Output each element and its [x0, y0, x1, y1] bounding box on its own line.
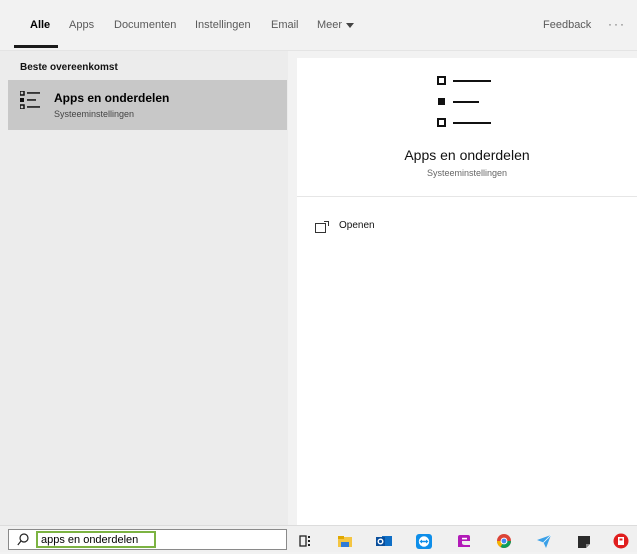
chrome-icon[interactable]	[496, 533, 512, 549]
search-icon	[17, 533, 29, 551]
task-view-icon[interactable]	[299, 533, 315, 549]
best-match-subtitle: Systeeminstellingen	[54, 109, 135, 119]
tab-meer[interactable]: Meer	[317, 19, 355, 31]
sticky-notes-icon[interactable]	[576, 533, 592, 549]
chevron-down-icon	[346, 22, 355, 28]
tab-apps[interactable]: Apps	[69, 19, 94, 31]
list-settings-icon	[437, 76, 493, 133]
feedback-button[interactable]: Feedback	[543, 19, 591, 31]
edge-icon[interactable]	[456, 533, 472, 549]
tab-email[interactable]: Email	[271, 19, 299, 31]
taskbar-search-box[interactable]	[8, 529, 287, 550]
preview-title: Apps en onderdelen	[404, 147, 530, 163]
best-match-title: Apps en onderdelen	[54, 91, 170, 105]
active-tab-indicator	[14, 45, 58, 48]
preview-header: Apps en onderdelen Systeeminstellingen	[297, 58, 637, 197]
list-settings-icon	[19, 90, 40, 114]
teamviewer-icon[interactable]	[416, 533, 432, 549]
tab-instellingen[interactable]: Instellingen	[195, 19, 251, 31]
taskbar	[0, 525, 637, 552]
best-match-heading: Beste overeenkomst	[20, 62, 118, 73]
open-window-icon	[315, 220, 329, 238]
paper-plane-icon[interactable]	[536, 533, 552, 549]
best-match-result[interactable]: Apps en onderdelen Systeeminstellingen	[8, 80, 287, 130]
preview-subtitle: Systeeminstellingen	[426, 168, 508, 178]
preview-pane: Apps en onderdelen Systeeminstellingen O…	[297, 58, 637, 525]
outlook-icon[interactable]	[376, 533, 392, 549]
red-app-icon[interactable]	[613, 533, 629, 549]
tab-meer-label: Meer	[317, 19, 343, 31]
search-scope-tabs: Alle Apps Documenten Instellingen Email …	[0, 0, 637, 51]
results-pane: Beste overeenkomst Apps en onderdelen Sy…	[0, 51, 288, 525]
file-explorer-icon[interactable]	[337, 533, 353, 549]
more-options-button[interactable]: ···	[608, 17, 626, 31]
tab-alle[interactable]: Alle	[30, 19, 50, 31]
tab-documenten[interactable]: Documenten	[114, 19, 176, 31]
open-action-label: Openen	[339, 220, 375, 231]
search-input[interactable]	[36, 531, 156, 548]
